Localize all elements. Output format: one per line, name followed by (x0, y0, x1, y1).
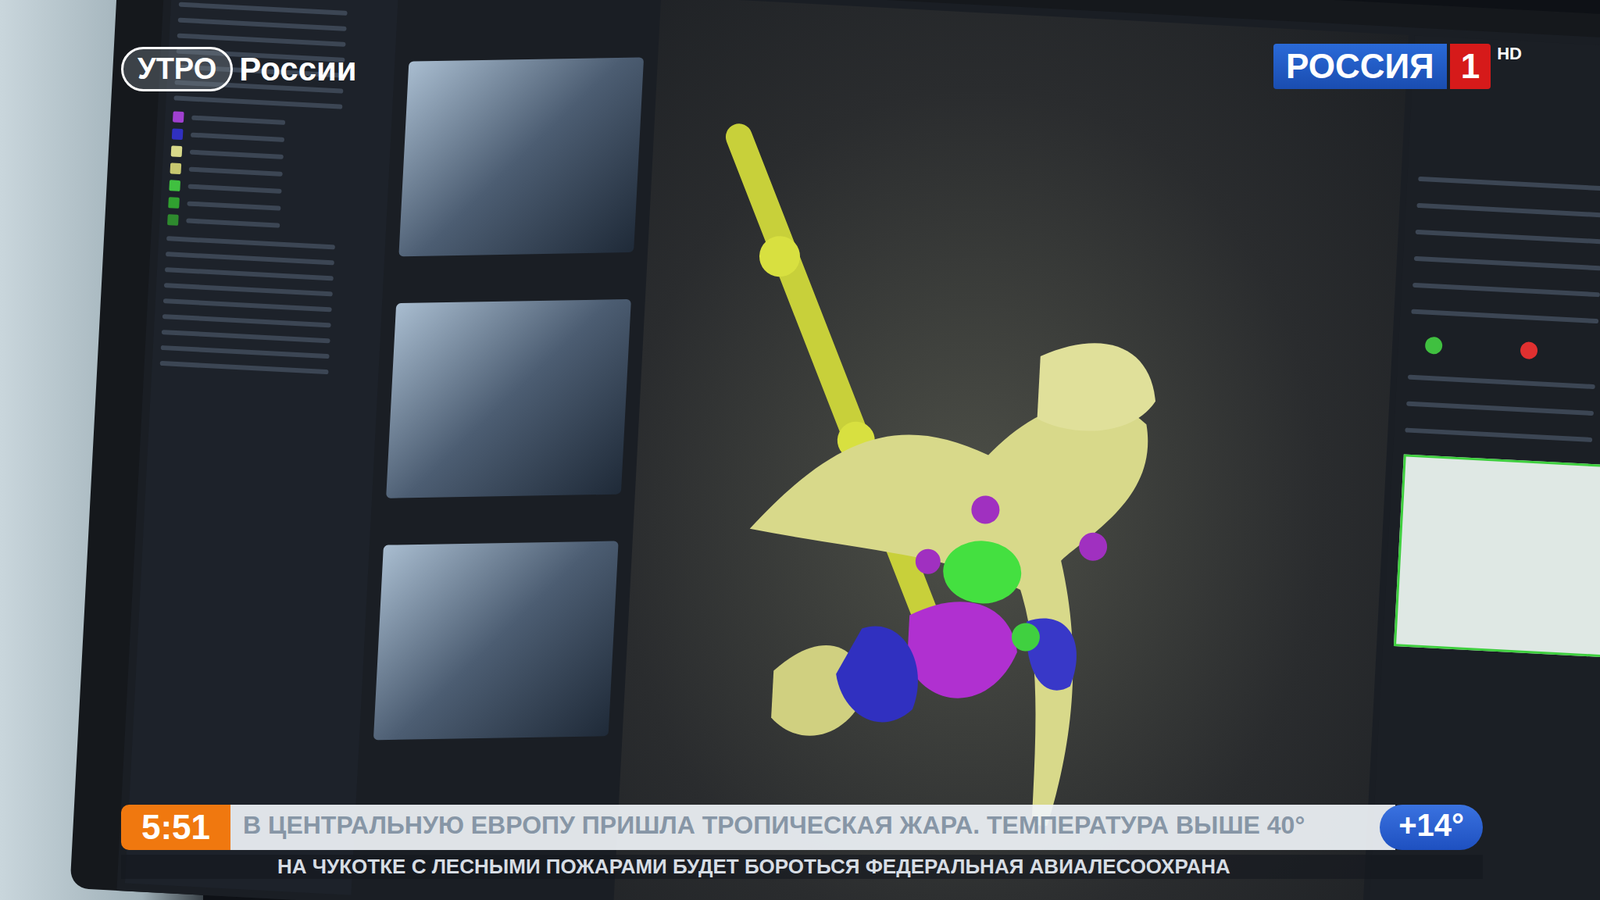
sidebar-panel (125, 0, 400, 896)
coronal-slice (373, 540, 619, 740)
spine-model-icon (641, 102, 1381, 842)
segment-color (167, 196, 180, 209)
sidebar-line (164, 267, 334, 281)
panel-line (1404, 427, 1593, 443)
segment-row (172, 110, 384, 133)
panel-line (1415, 229, 1600, 245)
show-logo: УТРО России (121, 46, 358, 92)
channel-name: РОССИЯ (1273, 43, 1447, 90)
sidebar-line (161, 329, 331, 343)
segment-label (186, 200, 281, 211)
segment-row (171, 145, 383, 168)
panel-line (1414, 256, 1600, 272)
segment-row (167, 196, 379, 219)
sidebar-line (163, 298, 333, 312)
logo-secondary: России (239, 50, 357, 89)
sidebar-line (160, 345, 330, 359)
app-screen (116, 0, 1600, 900)
segment-color (167, 214, 179, 226)
ticker-headline: В ЦЕНТРАЛЬНУЮ ЕВРОПУ ПРИШЛА ТРОПИЧЕСКАЯ … (230, 804, 1396, 850)
temperature: +14° (1379, 804, 1483, 850)
sidebar-line (164, 282, 333, 297)
segment-label (189, 150, 284, 160)
panel-line (1416, 203, 1600, 218)
clock: 5:51 (121, 804, 231, 850)
sidebar-line (165, 251, 335, 265)
axial-slice (398, 57, 644, 257)
sidebar-line (177, 33, 347, 47)
monitor (69, 0, 1600, 900)
segment-row (169, 162, 381, 185)
sagittal-slice (385, 299, 632, 499)
channel-number: 1 (1450, 43, 1491, 90)
segment-label (191, 115, 286, 125)
segment-label (188, 184, 283, 194)
panel-line (1406, 401, 1594, 417)
segment-label (185, 217, 280, 228)
sidebar-line (178, 2, 348, 16)
registration-notice (1393, 453, 1600, 658)
logo-primary: УТРО (121, 46, 233, 92)
news-ticker: 5:51 В ЦЕНТРАЛЬНУЮ ЕВРОПУ ПРИШЛА ТРОПИЧЕ… (121, 804, 1483, 879)
green-dot-icon (1425, 336, 1443, 355)
panel-line (1412, 282, 1600, 298)
sidebar-line (178, 17, 347, 32)
channel-logo: РОССИЯ 1 HD (1273, 43, 1522, 90)
sidebar-line (173, 95, 343, 109)
sidebar-line (160, 360, 329, 375)
slice-views (357, 0, 655, 900)
segment-label (189, 167, 283, 177)
segment-row (168, 179, 380, 202)
segment-row (171, 128, 383, 150)
panel-line (1417, 176, 1600, 192)
status-dots (1409, 335, 1600, 366)
segment-row (167, 214, 379, 236)
segment-label (190, 132, 285, 143)
video-frame: УТРО России РОССИЯ 1 HD 5:51 В ЦЕНТРАЛЬН… (0, 0, 1600, 900)
hd-badge: HD (1493, 43, 1522, 65)
ticker-next: НА ЧУКОТКЕ С ЛЕСНЫМИ ПОЖАРАМИ БУДЕТ БОРО… (121, 854, 1483, 879)
panel-line (1407, 375, 1596, 390)
sidebar-line (166, 235, 336, 250)
segment-color (168, 179, 181, 192)
segment-list (167, 110, 384, 236)
segment-color (171, 145, 183, 158)
sidebar-line (162, 314, 332, 328)
panel-line (1410, 309, 1599, 325)
segment-color (172, 110, 185, 123)
3d-view[interactable] (613, 0, 1409, 900)
navigation-panel (1367, 35, 1600, 900)
segment-color (169, 162, 182, 175)
red-dot-icon (1519, 341, 1538, 360)
segment-color (171, 128, 184, 140)
